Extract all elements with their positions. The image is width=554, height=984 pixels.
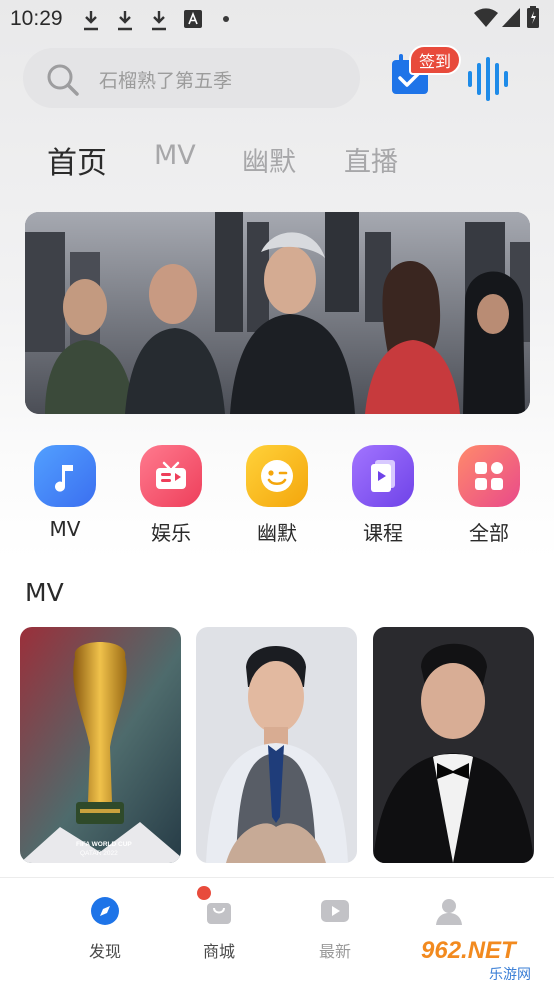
compass-icon [91, 897, 119, 925]
tab-humor[interactable]: 幽默 [242, 140, 296, 179]
nav-label: 最新 [318, 942, 351, 961]
svg-text:乐游网: 乐游网 [489, 967, 531, 983]
quick-link-label: 全部 [469, 521, 509, 545]
play-icon [321, 900, 349, 922]
grid-icon [458, 445, 520, 507]
mv-thumbnail [373, 627, 534, 863]
search-icon [47, 64, 79, 96]
notification-dot [223, 16, 229, 22]
download-icon [84, 11, 98, 31]
status-bar: 10:29 [0, 0, 554, 38]
mv-card[interactable]: FIFA WORLD CUP QATAR 2022 [20, 627, 181, 863]
nav-latest[interactable]: 最新 [295, 896, 375, 962]
quick-link-label: 娱乐 [151, 521, 191, 545]
audio-recognition-icon[interactable] [466, 57, 512, 101]
nav-discover[interactable]: 发现 [65, 896, 145, 962]
shop-badge-dot [197, 886, 211, 900]
site-watermark-logo: 962.NET 乐游网 [417, 936, 552, 983]
user-icon [436, 899, 462, 925]
download-icon [118, 11, 132, 31]
mv-card[interactable] [373, 627, 534, 863]
wink-face-icon [246, 445, 308, 507]
quick-link-label: MV [49, 517, 81, 541]
mv-caption-line2: QATAR 2022 [80, 850, 118, 857]
mv-card[interactable] [196, 627, 357, 863]
search-input[interactable]: 石榴熟了第五季 [23, 48, 360, 108]
tab-mv[interactable]: MV [154, 140, 196, 171]
tv-icon [140, 445, 202, 507]
download-icon [152, 11, 166, 31]
banner-image [25, 212, 530, 414]
a-icon [184, 10, 202, 28]
quick-link-course[interactable]: 课程 [338, 445, 428, 546]
signal-icon [502, 8, 520, 27]
tab-live[interactable]: 直播 [344, 140, 398, 179]
status-time: 10:29 [10, 7, 63, 30]
svg-text:962.NET: 962.NET [421, 937, 518, 964]
nav-label: 发现 [88, 942, 121, 961]
checkin-badge[interactable]: 签到 [409, 45, 462, 75]
book-icon [352, 445, 414, 507]
tab-home[interactable]: 首页 [47, 138, 107, 182]
mv-thumbnail [196, 627, 357, 863]
quick-link-all[interactable]: 全部 [444, 445, 534, 546]
search-placeholder: 石榴熟了第五季 [99, 70, 233, 92]
shop-bag-icon [207, 903, 231, 924]
music-note-icon [34, 445, 96, 507]
nav-label: 商城 [202, 942, 235, 961]
quick-link-mv[interactable]: MV [20, 445, 110, 541]
battery-icon [527, 6, 539, 28]
mv-caption-line1: FIFA WORLD CUP [76, 841, 132, 848]
quick-link-label: 课程 [363, 521, 403, 545]
nav-profile[interactable] [409, 896, 489, 938]
wifi-icon [474, 8, 498, 27]
quick-link-humor[interactable]: 幽默 [232, 445, 322, 546]
mv-thumbnail: FIFA WORLD CUP QATAR 2022 [20, 627, 181, 863]
quick-link-label: 幽默 [257, 521, 297, 545]
nav-shop[interactable]: 商城 [179, 896, 259, 962]
section-title-mv: MV [25, 578, 64, 607]
quick-link-entertainment[interactable]: 娱乐 [126, 445, 216, 546]
banner-carousel[interactable] [25, 212, 530, 414]
